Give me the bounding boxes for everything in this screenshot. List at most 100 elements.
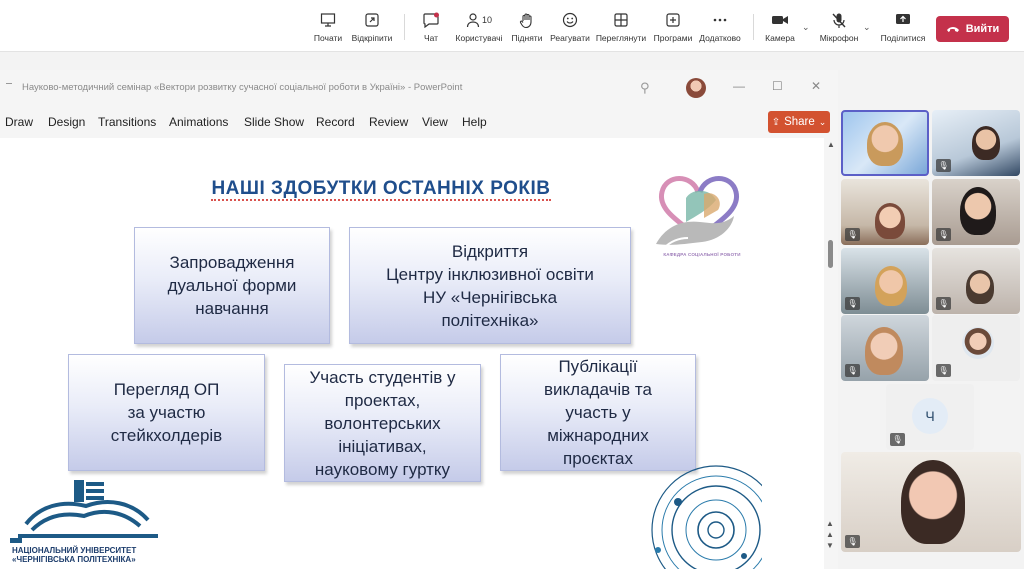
participant-tile[interactable]: 🎙 (841, 248, 929, 314)
tab-transitions[interactable]: Transitions (98, 115, 156, 129)
participant-tile[interactable]: 🎙 (841, 315, 929, 381)
tab-help[interactable]: Help (462, 115, 487, 129)
ribbon-tabs: Draw Design Transitions Animations Slide… (0, 106, 838, 138)
scroll-up-icon[interactable]: ▲ (827, 140, 835, 149)
start-label: Почати (313, 33, 343, 43)
participant-tile[interactable]: 🎙 (932, 110, 1020, 176)
muted-mic-icon: 🎙 (845, 364, 860, 377)
participant-tile[interactable]: 🎙 (932, 315, 1020, 381)
people-icon: 10 (466, 10, 492, 30)
maximize-icon[interactable]: ☐ (772, 79, 783, 93)
participant-video (875, 266, 907, 306)
grid-icon (613, 10, 629, 30)
mic-button[interactable]: Мікрофон (809, 10, 869, 48)
leave-label: Вийти (965, 23, 1000, 35)
university-name-line1: НАЦІОНАЛЬНИЙ УНІВЕРСИТЕТ (12, 546, 137, 555)
share-screen-label: Поділитися (880, 33, 926, 43)
participant-tile[interactable]: 🎙 (932, 248, 1020, 314)
chevron-down-icon: ⌄ (818, 116, 827, 127)
camera-icon (771, 10, 789, 30)
search-icon[interactable]: ⚲ (640, 80, 650, 96)
share-screen-icon (895, 10, 911, 30)
window-title: Науково-методичний семінар «Вектори розв… (22, 82, 463, 93)
muted-mic-icon: 🎙 (845, 535, 860, 548)
slide-scrollbar[interactable]: ▲ (824, 138, 838, 569)
achievement-text: Публікації викладачів та участь у міжнар… (544, 357, 652, 468)
detach-label: Відкріпити (351, 33, 393, 43)
window-menu-icon[interactable] (6, 83, 12, 84)
participant-video (972, 126, 1000, 160)
achievement-text: Запровадження дуальної форми навчання (167, 253, 297, 318)
share-label: Share (784, 116, 815, 128)
department-logo: КАФЕДРА СОЦІАЛЬНОЇ РОБОТИ (646, 156, 750, 264)
tab-view[interactable]: View (422, 115, 448, 129)
university-book-logo-icon (10, 480, 158, 543)
achievement-box: Участь студентів у проектах, волонтерськ… (284, 364, 481, 482)
user-avatar[interactable] (686, 78, 706, 98)
present-icon (320, 10, 336, 30)
panel-scrollbar-thumb[interactable] (828, 240, 833, 268)
detach-button[interactable]: Відкріпити (342, 10, 402, 48)
participant-video (875, 203, 905, 239)
tab-review[interactable]: Review (369, 115, 408, 129)
achievement-text: Відкриття Центру інклюзивної освіти НУ «… (386, 241, 594, 330)
mic-label: Мікрофон (819, 33, 859, 43)
slide-canvas: НАШІ ЗДОБУТКИ ОСТАННІХ РОКІВ КАФЕДРА СОЦ… (0, 138, 762, 569)
close-icon[interactable]: ✕ (811, 79, 821, 93)
camera-button[interactable]: Камера (750, 10, 810, 48)
participant-tile-active-speaker[interactable] (841, 110, 929, 176)
heart-hand-logo-icon (656, 176, 740, 249)
muted-mic-icon: 🎙 (936, 228, 951, 241)
participant-video (901, 460, 965, 544)
muted-mic-icon: 🎙 (845, 228, 860, 241)
tab-animations[interactable]: Animations (169, 115, 228, 129)
share-button[interactable]: ⇪ Share ⌄ (768, 111, 830, 133)
plus-icon (665, 10, 681, 30)
tab-slide-show[interactable]: Slide Show (244, 115, 304, 129)
detach-icon (364, 10, 380, 30)
university-name-line2: «ЧЕРНІГІВСЬКА ПОЛІТЕХНІКА» (12, 555, 136, 564)
tab-draw[interactable]: Draw (5, 115, 33, 129)
achievement-box: Публікації викладачів та участь у міжнар… (500, 354, 696, 471)
achievement-box: Перегляд ОП за участю стейкхолдерів (68, 354, 265, 471)
participant-video (865, 327, 903, 375)
minimize-icon[interactable]: — (733, 79, 745, 93)
participants-panel: 🎙 🎙 🎙 🎙 🎙 🎙 🎙 Ч 🎙 🎙 ▲ ▲ ▼ (826, 52, 1024, 569)
muted-mic-icon: 🎙 (936, 297, 951, 310)
participant-tile[interactable]: 🎙 (841, 179, 929, 245)
people-count: 10 (481, 15, 492, 25)
view-button[interactable]: Переглянути (591, 10, 651, 48)
meeting-toolbar: Почати Відкріпити Чат 10 Користувачі Під… (0, 0, 1024, 52)
participant-tile[interactable]: Ч 🎙 (886, 384, 974, 450)
muted-mic-icon: 🎙 (845, 297, 860, 310)
chat-icon (422, 10, 440, 30)
hand-icon (519, 10, 535, 30)
share-screen-button[interactable]: Поділитися (873, 10, 933, 48)
participant-video (966, 270, 994, 304)
participant-tile[interactable]: 🎙 (932, 179, 1020, 245)
camera-label: Камера (765, 33, 795, 43)
tab-record[interactable]: Record (316, 115, 355, 129)
participant-video (960, 187, 996, 235)
logo-caption: КАФЕДРА СОЦІАЛЬНОЇ РОБОТИ (663, 252, 741, 257)
tab-design[interactable]: Design (48, 115, 85, 129)
participant-initial-avatar: Ч (912, 398, 948, 434)
powerpoint-window: Науково-методичний семінар «Вектори розв… (0, 70, 838, 569)
achievement-text: Перегляд ОП за участю стейкхолдерів (110, 380, 223, 445)
react-label: Реагувати (550, 33, 590, 43)
university-logo: НАЦІОНАЛЬНИЙ УНІВЕРСИТЕТ «ЧЕРНІГІВСЬКА П… (8, 476, 168, 566)
mic-options-chevron-icon[interactable]: ⌄ (863, 22, 871, 33)
more-button[interactable]: Додатково (690, 10, 750, 48)
scroll-arrows-icon[interactable]: ▲ ▲ ▼ (826, 518, 834, 551)
participant-tile-large[interactable]: 🎙 (841, 452, 1021, 552)
decorative-circles (651, 465, 762, 569)
participant-video (867, 122, 903, 166)
leave-button[interactable]: Вийти (936, 16, 1009, 42)
achievement-text: Участь студентів у проектах, волонтерськ… (309, 367, 456, 479)
mic-off-icon (831, 10, 847, 30)
muted-mic-icon: 🎙 (936, 364, 951, 377)
more-label: Додатково (699, 33, 741, 43)
muted-mic-icon: 🎙 (936, 159, 951, 172)
window-titlebar: Науково-методичний семінар «Вектори розв… (0, 70, 838, 106)
phone-hangup-icon (946, 27, 959, 32)
